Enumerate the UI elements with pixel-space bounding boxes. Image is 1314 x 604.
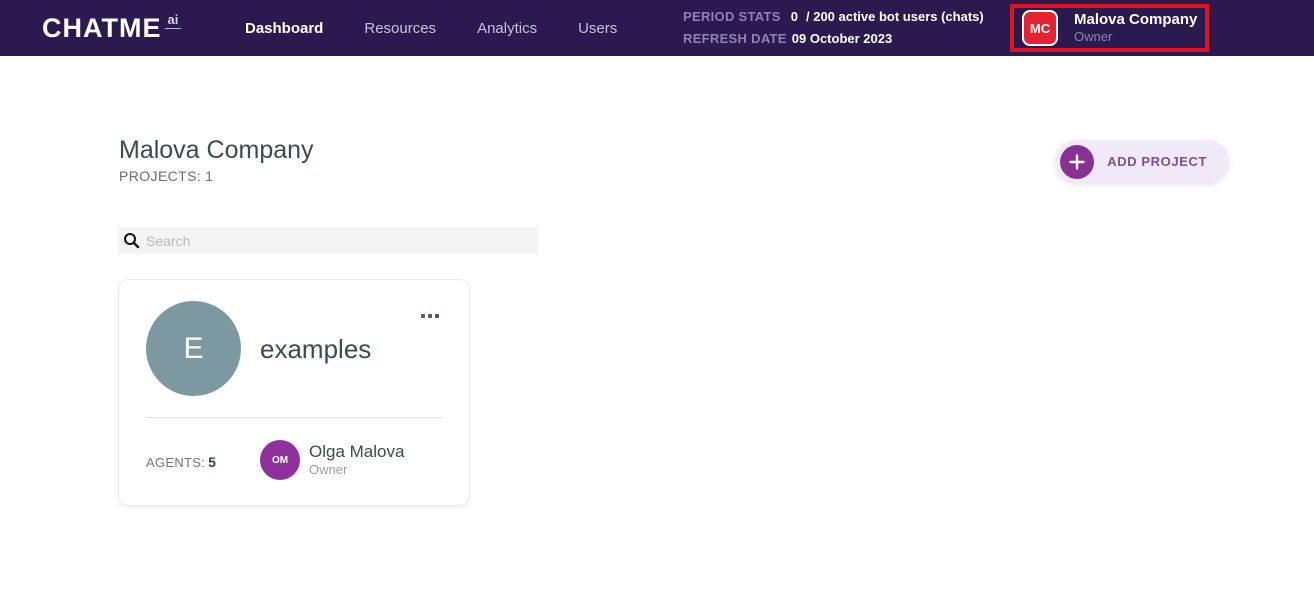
account-avatar[interactable]: MC <box>1022 10 1058 46</box>
nav-item-analytics[interactable]: Analytics <box>477 20 537 37</box>
refresh-date-label: REFRESH DATE <box>683 31 787 46</box>
account-role: Owner <box>1074 29 1113 44</box>
project-card-footer: AGENTS: 5 OM Olga Malova Owner <box>119 418 469 506</box>
logo-ai-suffix: ai <box>165 12 182 29</box>
period-stats-row: PERIOD STATS 0 / 200 active bot users (c… <box>683 7 984 26</box>
app-header: CHATME ai Dashboard Resources Analytics … <box>0 0 1314 56</box>
main-nav: Dashboard Resources Analytics Users <box>245 0 617 56</box>
header-stats: PERIOD STATS 0 / 200 active bot users (c… <box>683 7 984 48</box>
nav-item-resources[interactable]: Resources <box>364 20 436 37</box>
plus-icon <box>1060 144 1095 179</box>
refresh-date-row: REFRESH DATE 09 October 2023 <box>683 29 984 48</box>
project-card[interactable]: E examples AGENTS: 5 OM Olga Malova Owner <box>118 279 470 506</box>
owner-name: Olga Malova <box>309 442 405 461</box>
account-name: Malova Company <box>1074 11 1198 28</box>
owner-avatar: OM <box>260 440 300 480</box>
project-avatar: E <box>146 301 241 396</box>
owner-text: Olga Malova Owner <box>309 442 404 478</box>
owner-role: Owner <box>309 462 348 477</box>
refresh-date-value: 09 October 2023 <box>791 31 893 46</box>
period-stats-suffix: / 200 active bot users (chats) <box>805 9 984 24</box>
agents-stat: AGENTS: 5 <box>146 454 216 470</box>
nav-item-users[interactable]: Users <box>578 20 617 37</box>
period-stats-value: 0 <box>790 9 798 24</box>
add-project-button[interactable]: ADD PROJECT <box>1055 140 1229 183</box>
chatme-logo[interactable]: CHATME ai <box>42 0 182 56</box>
owner-block: OM Olga Malova Owner <box>260 440 404 480</box>
search-bar <box>118 227 538 254</box>
nav-item-dashboard[interactable]: Dashboard <box>245 20 323 37</box>
search-input[interactable] <box>140 227 538 254</box>
agents-count: 5 <box>208 454 217 470</box>
projects-count: PROJECTS: 1 <box>119 168 213 184</box>
page-title: Malova Company <box>119 136 314 164</box>
main-content: Malova Company PROJECTS:1 ADD PROJECT E … <box>0 56 1314 604</box>
projects-count-label: PROJECTS: <box>119 168 202 184</box>
more-horizontal-icon[interactable] <box>417 310 443 322</box>
search-icon <box>123 232 140 249</box>
account-text: Malova Company Owner <box>1074 11 1197 45</box>
projects-count-value: 1 <box>205 168 214 184</box>
project-name[interactable]: examples <box>260 334 371 365</box>
logo-brand-text: CHATME <box>42 12 162 43</box>
agents-label: AGENTS: <box>146 455 206 470</box>
project-card-top: E examples <box>119 280 469 417</box>
add-project-label: ADD PROJECT <box>1107 154 1207 169</box>
period-stats-label: PERIOD STATS <box>683 9 781 24</box>
account-menu[interactable]: MC Malova Company Owner <box>1010 4 1209 52</box>
